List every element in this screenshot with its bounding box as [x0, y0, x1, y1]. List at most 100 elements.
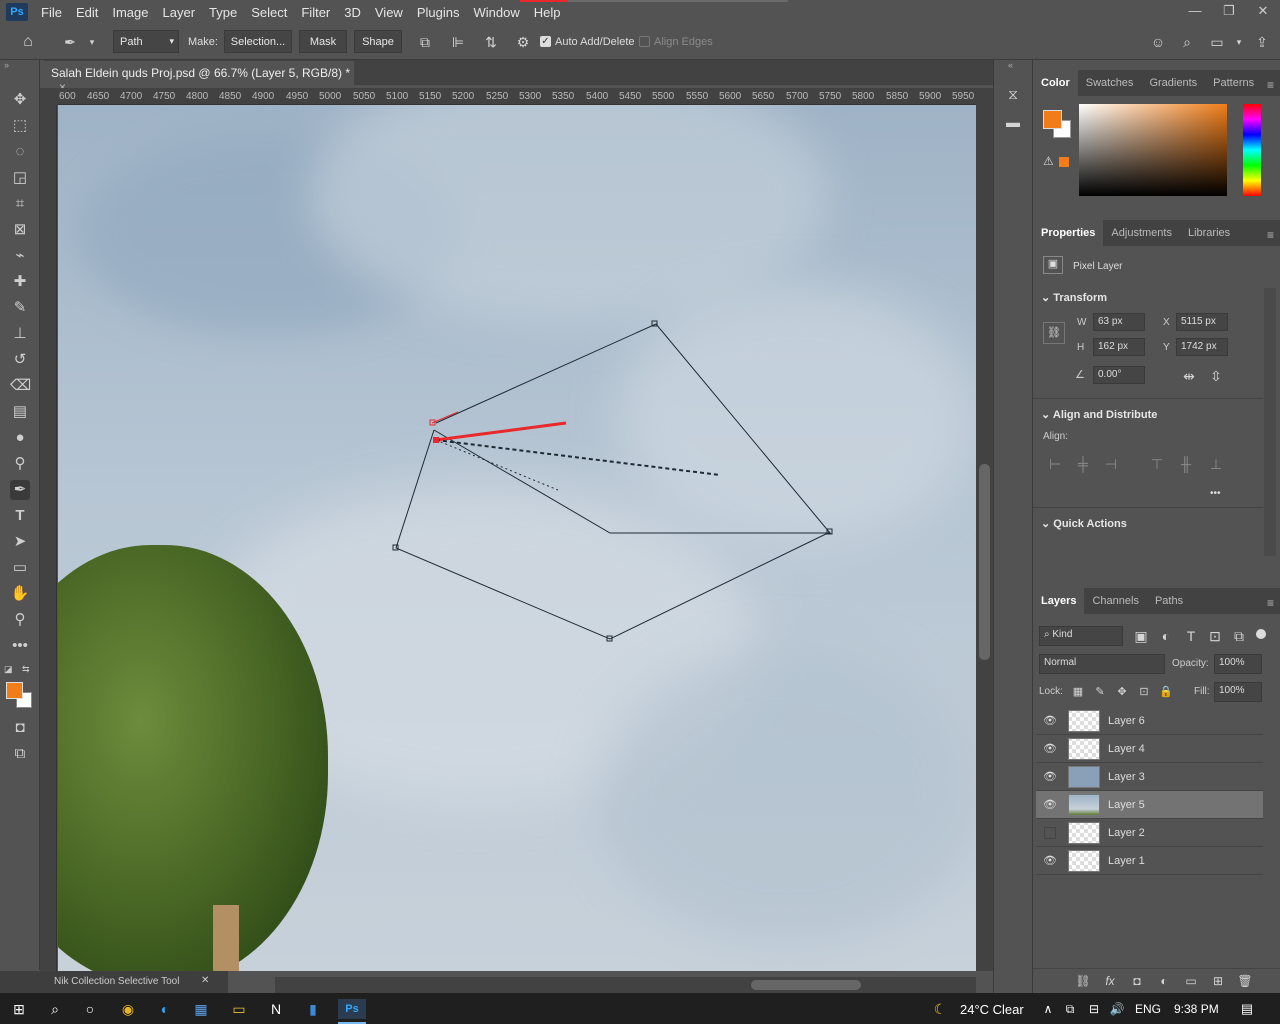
path-handle[interactable]: [435, 421, 567, 442]
tab-properties[interactable]: Properties: [1033, 220, 1104, 246]
chevron-down-icon[interactable]: ▾: [1229, 32, 1249, 52]
eye-icon[interactable]: 👁: [1036, 770, 1064, 783]
path-arrangement-icon[interactable]: ⇅: [481, 32, 501, 52]
zoom-tool-icon[interactable]: ⚲: [10, 610, 30, 630]
lock-position-icon[interactable]: ✥: [1112, 682, 1132, 702]
language-indicator[interactable]: ENG: [1135, 1002, 1161, 1016]
search-icon[interactable]: ⌕: [1177, 32, 1197, 52]
eyedropper-tool-icon[interactable]: ⌁: [10, 246, 30, 266]
healing-tool-icon[interactable]: ✚: [10, 272, 30, 292]
align-section-header[interactable]: ⌄ Align and Distribute: [1041, 408, 1157, 421]
menu-plugins[interactable]: Plugins: [410, 5, 467, 20]
layer-row[interactable]: 👁 Layer 6: [1036, 707, 1263, 735]
align-top-icon[interactable]: ⊤: [1147, 454, 1167, 474]
foreground-color-swatch[interactable]: [1043, 110, 1062, 129]
blur-tool-icon[interactable]: ●: [10, 428, 30, 448]
menu-type[interactable]: Type: [202, 5, 244, 20]
document-tab[interactable]: Salah Eldein quds Proj.psd @ 66.7% (Laye…: [44, 61, 354, 94]
path-alignment-icon[interactable]: ⊫: [448, 32, 468, 52]
close-button[interactable]: ✕: [1246, 0, 1280, 24]
lock-all-icon[interactable]: 🔒: [1156, 682, 1176, 702]
quick-actions-header[interactable]: ⌄ Quick Actions: [1041, 517, 1127, 530]
panel-menu-icon[interactable]: ≡: [1267, 596, 1274, 610]
layer-name[interactable]: Layer 3: [1108, 771, 1145, 783]
chevron-up-icon[interactable]: ∧: [1037, 999, 1059, 1019]
align-center-icon[interactable]: ╪: [1073, 454, 1093, 474]
store-icon[interactable]: ▦: [190, 999, 212, 1019]
make-mask-button[interactable]: Mask: [299, 30, 347, 53]
lock-transparent-icon[interactable]: ▦: [1068, 682, 1088, 702]
menu-view[interactable]: View: [368, 5, 410, 20]
rectangle-tool-icon[interactable]: ▭: [10, 558, 30, 578]
file-explorer-icon[interactable]: ▭: [228, 999, 250, 1019]
delete-layer-icon[interactable]: 🗑: [1235, 971, 1255, 991]
anchor-point-selected[interactable]: [433, 437, 439, 443]
link-dimensions-icon[interactable]: ⛓: [1043, 322, 1065, 344]
frame-tool-icon[interactable]: ⊠: [10, 220, 30, 240]
hand-tool-icon[interactable]: ✋: [10, 584, 30, 604]
layer-name[interactable]: Layer 5: [1108, 799, 1145, 811]
fx-icon[interactable]: fx: [1100, 971, 1120, 991]
pen-mode-select[interactable]: Path ▾: [113, 30, 179, 53]
eye-icon-hidden[interactable]: [1044, 826, 1056, 839]
history-brush-tool-icon[interactable]: ↺: [10, 350, 30, 370]
horizontal-scrollbar[interactable]: [275, 977, 976, 993]
collapse-arrows-icon[interactable]: »: [4, 60, 9, 70]
menu-help[interactable]: Help: [527, 5, 568, 20]
horizontal-scroll-thumb[interactable]: [751, 980, 861, 990]
lock-image-icon[interactable]: ✎: [1090, 682, 1110, 702]
comments-panel-icon[interactable]: ▬: [1003, 112, 1023, 132]
history-panel-icon[interactable]: ⧖: [1003, 84, 1023, 104]
align-edges-checkbox[interactable]: [639, 36, 650, 47]
nik-close-icon[interactable]: ✕: [201, 975, 209, 986]
more-options-icon[interactable]: •••: [1210, 488, 1221, 499]
marquee-tool-icon[interactable]: ⬚: [10, 116, 30, 136]
transform-section-header[interactable]: ⌄ Transform: [1041, 291, 1107, 304]
tab-patterns[interactable]: Patterns: [1205, 70, 1262, 96]
color-field[interactable]: [1079, 104, 1227, 196]
eye-icon[interactable]: 👁: [1036, 714, 1064, 727]
volume-icon[interactable]: 🔊: [1106, 999, 1128, 1019]
workspace-icon[interactable]: ▭: [1207, 32, 1227, 52]
x-field[interactable]: 5115 px: [1176, 313, 1228, 331]
eye-icon[interactable]: 👁: [1036, 798, 1064, 811]
layer-name[interactable]: Layer 1: [1108, 855, 1145, 867]
eye-icon[interactable]: 👁: [1036, 854, 1064, 867]
tab-adjustments[interactable]: Adjustments: [1103, 220, 1180, 246]
share-icon[interactable]: ⇪: [1252, 32, 1272, 52]
dodge-tool-icon[interactable]: ⚲: [10, 454, 30, 474]
make-shape-button[interactable]: Shape: [354, 30, 402, 53]
nik-collection-bar[interactable]: Nik Collection Selective Tool ✕: [0, 971, 228, 993]
device-icon[interactable]: ⧉: [1059, 999, 1081, 1019]
minimize-button[interactable]: —: [1178, 0, 1212, 24]
chevron-down-icon[interactable]: ▾: [82, 32, 102, 52]
layer-filter-select[interactable]: ⌕ Kind: [1039, 626, 1123, 646]
search-icon[interactable]: ⌕: [44, 999, 66, 1019]
flip-vertical-icon[interactable]: ⇳: [1206, 366, 1226, 386]
share-user-icon[interactable]: ☺: [1148, 32, 1168, 52]
vertical-scrollbar[interactable]: [976, 88, 993, 971]
menu-select[interactable]: Select: [244, 5, 294, 20]
vertical-scroll-thumb[interactable]: [979, 464, 990, 660]
eye-icon[interactable]: 👁: [1036, 742, 1064, 755]
filter-pixel-icon[interactable]: ▣: [1131, 626, 1151, 646]
filter-type-icon[interactable]: T: [1181, 626, 1201, 646]
add-mask-icon[interactable]: ◘: [1127, 971, 1147, 991]
eraser-tool-icon[interactable]: ⌫: [10, 376, 31, 396]
filter-adjustment-icon[interactable]: ◐: [1156, 626, 1176, 646]
lock-artboard-icon[interactable]: ⊡: [1134, 682, 1154, 702]
layer-row[interactable]: 👁 Layer 4: [1036, 735, 1263, 763]
clock[interactable]: 9:38 PM: [1174, 1002, 1219, 1016]
gear-icon[interactable]: ⚙: [513, 32, 533, 52]
move-tool-icon[interactable]: ✥: [10, 90, 30, 110]
windows-start-icon[interactable]: ⊞: [8, 999, 30, 1019]
blend-mode-select[interactable]: Normal: [1039, 654, 1165, 674]
flip-horizontal-icon[interactable]: ⇹: [1179, 366, 1199, 386]
layer-row[interactable]: 👁 Layer 3: [1036, 763, 1263, 791]
photoshop-taskbar-icon[interactable]: Ps: [338, 999, 366, 1019]
layer-row[interactable]: Layer 2: [1036, 819, 1263, 847]
more-tools-icon[interactable]: •••: [10, 636, 30, 656]
tab-gradients[interactable]: Gradients: [1141, 70, 1205, 96]
gradient-tool-icon[interactable]: ▤: [10, 402, 30, 422]
gamut-color-swatch[interactable]: [1059, 157, 1069, 167]
